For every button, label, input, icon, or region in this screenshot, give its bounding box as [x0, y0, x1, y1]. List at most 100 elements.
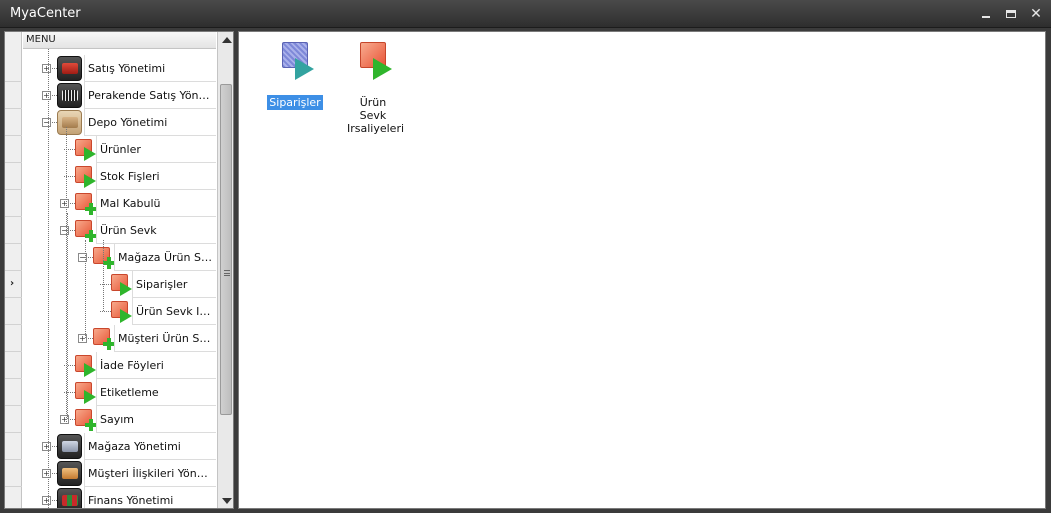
- tile-siparisler[interactable]: Siparişler: [255, 42, 335, 112]
- tree-node-label: Siparişler: [136, 278, 188, 291]
- row-indicator-cell: [5, 433, 22, 460]
- tree-node[interactable]: Ürünler: [23, 136, 216, 163]
- close-icon: ✕: [1030, 6, 1042, 22]
- grip-icon: [224, 270, 230, 276]
- tree-node[interactable]: + Satış Yönetimi: [23, 55, 216, 82]
- row-indicator-cell: [5, 163, 22, 190]
- form-plus-icon: [93, 247, 115, 269]
- tree-node-cell[interactable]: Ürün Sevk Irsaliyeleri: [132, 298, 216, 325]
- scroll-thumb[interactable]: [220, 84, 232, 415]
- tree-node-label: Satış Yönetimi: [88, 62, 166, 75]
- tree-node-label: Ürünler: [100, 143, 141, 156]
- menu-tree: MENU + Satış Yönetimi + Perakende Satış Yön…: [23, 32, 216, 508]
- tree-node[interactable]: + Perakende Satış Yönetimi: [23, 82, 216, 109]
- menu-header: MENU: [23, 32, 216, 49]
- collapse-icon[interactable]: −: [42, 118, 51, 127]
- tree-guide-line: [85, 240, 86, 338]
- tree-node[interactable]: Ürün Sevk Irsaliyeleri: [23, 298, 216, 325]
- row-indicator-cell: [5, 487, 22, 508]
- tree-node-label: Perakende Satış Yönetimi: [88, 89, 214, 102]
- row-indicator-cell: [5, 460, 22, 487]
- tree-node-cell[interactable]: Mağaza Yönetimi: [84, 433, 216, 460]
- tree-node-cell[interactable]: Stok Fişleri: [96, 163, 216, 190]
- close-button[interactable]: ✕: [1026, 5, 1046, 23]
- tree-node[interactable]: − Ürün Sevk: [23, 217, 216, 244]
- form-play-icon: [75, 166, 97, 188]
- tree-node[interactable]: + Müşteri Ürün Sevk: [23, 325, 216, 352]
- row-indicator-cell: [5, 298, 22, 325]
- menu-panel: › MENU + Satış Yönetimi + Perakende Satış Y…: [4, 31, 234, 509]
- expand-icon[interactable]: +: [42, 496, 51, 505]
- tile-urun-sevk-irsaliyeleri[interactable]: Ürün Sevk Irsaliyeleri: [333, 42, 413, 135]
- tile-label: Siparişler: [267, 95, 323, 110]
- scroll-up-icon[interactable]: [222, 37, 232, 43]
- row-indicator-cell: [5, 244, 22, 271]
- tree-node-cell[interactable]: İade Föyleri: [96, 352, 216, 379]
- finance-binders-icon: [57, 488, 82, 508]
- expand-icon[interactable]: +: [42, 64, 51, 73]
- tree-node-label: Ürün Sevk: [100, 224, 157, 237]
- tree-node-label: Stok Fişleri: [100, 170, 160, 183]
- tree-node-label: Etiketleme: [100, 386, 159, 399]
- tree-node[interactable]: Siparişler: [23, 271, 216, 298]
- tree-node[interactable]: + Finans Yönetimi: [23, 487, 216, 508]
- scroll-down-icon[interactable]: [222, 498, 232, 504]
- tree-node-cell[interactable]: Perakende Satış Yönetimi: [84, 82, 216, 109]
- tree-node-cell[interactable]: Finans Yönetimi: [84, 487, 216, 508]
- form-play-icon: [75, 355, 97, 377]
- row-indicator-cell: [5, 190, 22, 217]
- tree-node-label: Müşteri Ürün Sevk: [118, 332, 214, 345]
- row-indicator-cell: [5, 136, 22, 163]
- customer-icon: [57, 461, 82, 486]
- tree-node[interactable]: + Mağaza Yönetimi: [23, 433, 216, 460]
- expand-icon[interactable]: +: [42, 442, 51, 451]
- tree-node[interactable]: + Mal Kabulü: [23, 190, 216, 217]
- tree-node-label: Sayım: [100, 413, 135, 426]
- tree-guide-line: [103, 240, 104, 311]
- form-plus-icon: [93, 328, 115, 350]
- maximize-button[interactable]: [1001, 5, 1021, 23]
- warehouse-box-icon: [57, 110, 82, 135]
- tree-node-cell[interactable]: Etiketleme: [96, 379, 216, 406]
- row-indicator-cell: [5, 352, 22, 379]
- tree-node-cell[interactable]: Müşteri Ürün Sevk: [114, 325, 216, 352]
- tree-node[interactable]: − Mağaza Ürün Sevk: [23, 244, 216, 271]
- title-bar: MyaCenter ✕: [0, 0, 1051, 28]
- tree-guide-line: [67, 213, 68, 419]
- form-plus-icon: [75, 220, 97, 242]
- tree-node-cell[interactable]: Siparişler: [132, 271, 216, 298]
- tree-node-label: Mağaza Ürün Sevk: [118, 251, 214, 264]
- tree-node-cell[interactable]: Ürün Sevk: [96, 217, 216, 244]
- current-row-icon: ›: [10, 278, 15, 289]
- tree-node[interactable]: Stok Fişleri: [23, 163, 216, 190]
- expand-icon[interactable]: +: [42, 469, 51, 478]
- tree-guide-line: [66, 127, 67, 424]
- tree-node-cell[interactable]: Mal Kabulü: [96, 190, 216, 217]
- tile-label: Ürün Sevk Irsaliyeleri: [347, 96, 405, 135]
- row-indicator-column: ›: [5, 32, 22, 508]
- tree-node-cell[interactable]: Depo Yönetimi: [84, 109, 216, 136]
- tree-node-cell[interactable]: Müşteri İlişkileri Yönetimi: [84, 460, 216, 487]
- form-plus-icon: [75, 193, 97, 215]
- row-indicator-cell: [5, 82, 22, 109]
- row-indicator-cell: [5, 55, 22, 82]
- tree-node-label: Mağaza Yönetimi: [88, 440, 181, 453]
- tree-node-cell[interactable]: Mağaza Ürün Sevk: [114, 244, 216, 271]
- expand-icon[interactable]: +: [42, 91, 51, 100]
- tree-node[interactable]: İade Föyleri: [23, 352, 216, 379]
- tree-node-cell[interactable]: Sayım: [96, 406, 216, 433]
- window-title: MyaCenter: [10, 6, 81, 21]
- tree-node-cell[interactable]: Satış Yönetimi: [84, 55, 216, 82]
- menu-scrollbar[interactable]: [217, 32, 233, 508]
- tree-node[interactable]: + Sayım: [23, 406, 216, 433]
- minimize-icon: [982, 16, 990, 18]
- expand-icon[interactable]: +: [60, 199, 69, 208]
- form-play-icon: [75, 382, 97, 404]
- minimize-button[interactable]: [976, 5, 996, 23]
- form-plus-icon: [75, 409, 97, 431]
- tree-node[interactable]: + Müşteri İlişkileri Yönetimi: [23, 460, 216, 487]
- tree-node-cell[interactable]: Ürünler: [96, 136, 216, 163]
- tree-node[interactable]: Etiketleme: [23, 379, 216, 406]
- row-indicator-cell: [5, 217, 22, 244]
- tree-node[interactable]: − Depo Yönetimi: [23, 109, 216, 136]
